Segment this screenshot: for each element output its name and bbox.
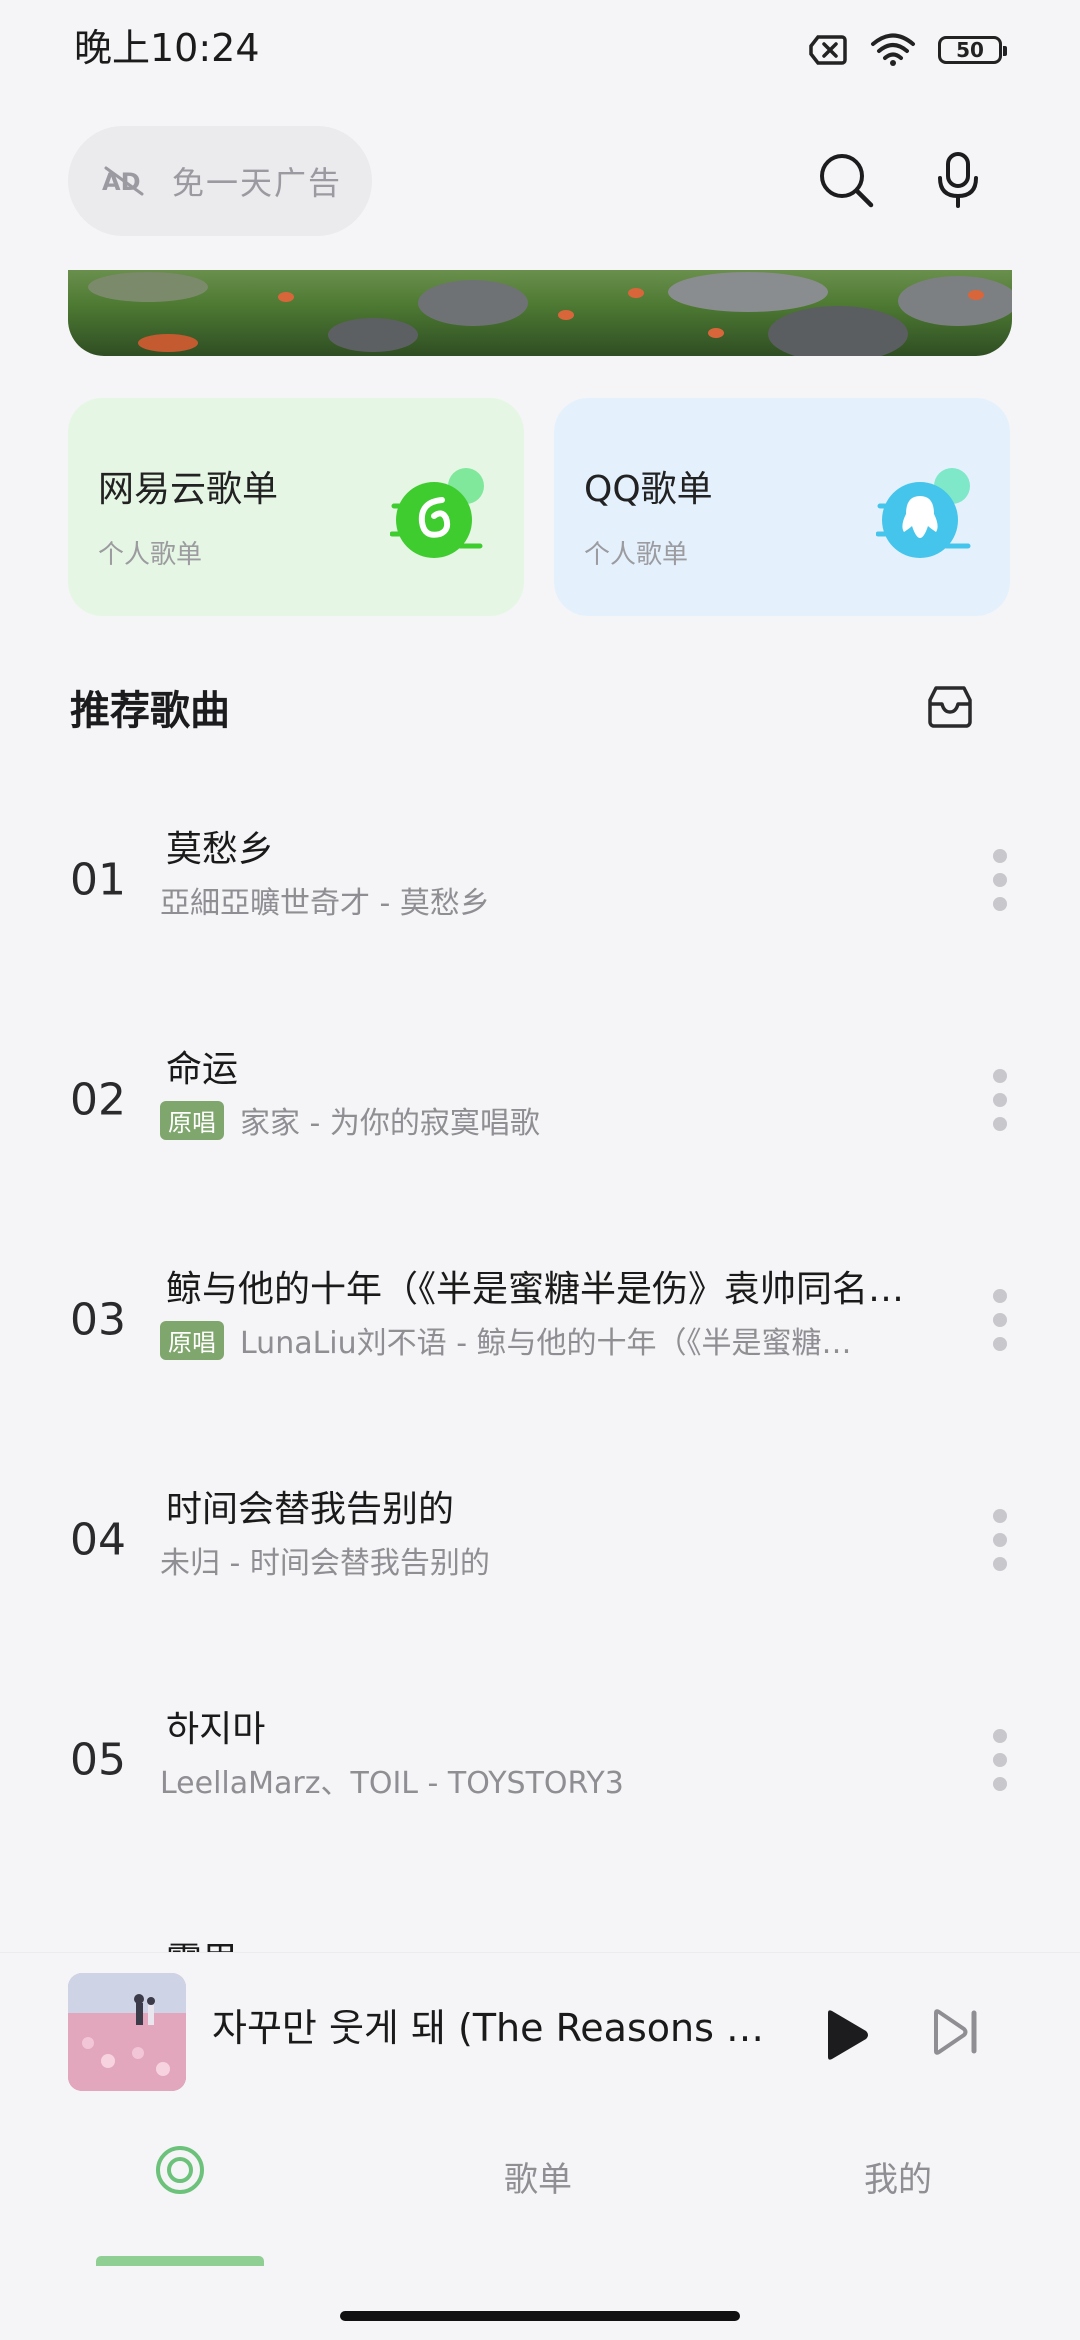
- song-subtitle: 原唱 LunaLiu刘不语 - 鲸与他的十年（《半是蜜糖…: [160, 1318, 940, 1362]
- voice-search-button[interactable]: [926, 148, 990, 212]
- battery-level: 50: [956, 38, 984, 62]
- ad-free-button[interactable]: AD 免一天广告: [68, 126, 372, 236]
- inbox-icon: [928, 686, 972, 728]
- home-indicator[interactable]: [340, 2311, 740, 2321]
- song-number: 04: [70, 1514, 126, 1566]
- song-title: 时间会替我告别的: [166, 1489, 455, 1530]
- song-title: 命运: [166, 1049, 239, 1090]
- more-icon[interactable]: [990, 848, 1010, 912]
- song-subtitle: LeellaMarz、TOIL - TOYSTORY3: [160, 1758, 940, 1802]
- song-title: 莫愁乡: [166, 829, 275, 870]
- song-subtitle: 亞細亞曠世奇才 - 莫愁乡: [160, 878, 940, 922]
- album-cover[interactable]: [68, 1973, 186, 2091]
- battery-icon: 50: [938, 36, 1007, 64]
- discover-tab-icon[interactable]: [154, 2144, 206, 2196]
- qq-penguin-icon: [876, 468, 971, 558]
- more-icon[interactable]: [990, 1068, 1010, 1132]
- song-row[interactable]: 05 하지마 LeellaMarz、TOIL - TOYSTORY3: [0, 1680, 1080, 1840]
- netease-playlist-card[interactable]: 网易云歌单 个人歌单: [68, 398, 524, 616]
- status-time: 晚上10:24: [74, 26, 260, 70]
- microphone-icon: [938, 152, 978, 208]
- song-artist-album: LunaLiu刘不语 - 鲸与他的十年（《半是蜜糖…: [240, 1326, 852, 1361]
- qq-playlist-card[interactable]: QQ歌单 个人歌单: [554, 398, 1010, 616]
- banner-image[interactable]: [68, 270, 1012, 356]
- ad-off-icon: AD: [102, 166, 144, 196]
- play-icon[interactable]: [820, 2007, 872, 2063]
- song-artist-album: 家家 - 为你的寂寞唱歌: [240, 1106, 540, 1141]
- song-row[interactable]: 04 时间会替我告别的 未归 - 时间会替我告别的: [0, 1460, 1080, 1620]
- more-icon[interactable]: [990, 1728, 1010, 1792]
- netease-cloud-icon: [390, 468, 484, 558]
- bottom-nav: 歌单 我的: [0, 2120, 1080, 2340]
- now-playing-title: 자꾸만 웃게 돼 (The Reasons …: [212, 2006, 764, 2050]
- song-artist-album: LeellaMarz、TOIL - TOYSTORY3: [160, 1766, 624, 1801]
- status-icons: 50: [808, 28, 1007, 72]
- sim-disabled-icon: [809, 35, 847, 65]
- search-button[interactable]: [814, 148, 878, 212]
- song-number: 05: [70, 1734, 126, 1786]
- song-subtitle: 原唱 家家 - 为你的寂寞唱歌: [160, 1098, 940, 1142]
- more-icon[interactable]: [990, 1288, 1010, 1352]
- recommend-box-button[interactable]: [918, 674, 982, 738]
- song-row[interactable]: 01 莫愁乡 亞細亞曠世奇才 - 莫愁乡: [0, 800, 1080, 960]
- original-singer-badge: 原唱: [160, 1100, 224, 1140]
- tab-playlists[interactable]: 歌单: [504, 2152, 572, 2201]
- song-row[interactable]: 03 鲸与他的十年（《半是蜜糖半是伤》袁帅同名… 原唱 LunaLiu刘不语 -…: [0, 1240, 1080, 1400]
- song-title: 鲸与他的十年（《半是蜜糖半是伤》袁帅同名…: [166, 1269, 905, 1310]
- mini-player[interactable]: 자꾸만 웃게 돼 (The Reasons …: [0, 1952, 1080, 2095]
- song-number: 02: [70, 1074, 126, 1126]
- active-tab-indicator: [96, 2256, 264, 2266]
- song-title: 하지마: [166, 1709, 266, 1750]
- tab-mine[interactable]: 我的: [864, 2152, 932, 2201]
- recommend-title: 推荐歌曲: [70, 688, 230, 734]
- more-icon[interactable]: [990, 1508, 1010, 1572]
- wifi-icon: [871, 33, 915, 66]
- song-number: 03: [70, 1294, 126, 1346]
- next-track-icon[interactable]: [932, 2007, 980, 2057]
- svg-text:AD: AD: [102, 168, 141, 196]
- song-artist-album: 未归 - 时间会替我告别的: [160, 1546, 490, 1581]
- album-art: [68, 1973, 186, 2091]
- song-artist-album: 亞細亞曠世奇才 - 莫愁乡: [160, 886, 490, 921]
- song-row[interactable]: 02 命运 原唱 家家 - 为你的寂寞唱歌: [0, 1020, 1080, 1180]
- song-number: 01: [70, 854, 126, 906]
- search-icon: [820, 154, 874, 208]
- original-singer-badge: 原唱: [160, 1320, 224, 1360]
- ad-free-label: 免一天广告: [172, 164, 343, 202]
- song-subtitle: 未归 - 时间会替我告别的: [160, 1538, 940, 1582]
